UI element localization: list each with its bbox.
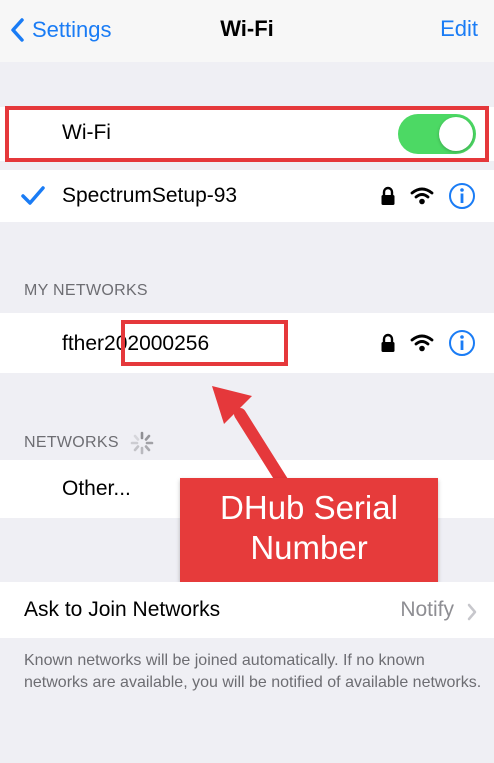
annotation-callout: DHub Serial Number [180, 478, 438, 582]
chevron-right-icon [467, 603, 477, 621]
lock-icon [380, 186, 396, 206]
edit-button[interactable]: Edit [440, 16, 478, 42]
ask-to-join-value: Notify [400, 598, 454, 621]
networks-header-label: NETWORKS [24, 434, 119, 451]
other-network-label: Other... [62, 477, 131, 500]
connected-network-icons [366, 182, 476, 210]
my-network-icons [366, 329, 476, 357]
info-button[interactable] [448, 182, 476, 210]
navigation-bar: Settings Wi-Fi Edit [0, 0, 494, 62]
info-icon [449, 183, 475, 209]
wifi-signal-icon [410, 334, 434, 352]
annotation-arrow [212, 386, 290, 490]
ask-to-join-row[interactable]: Ask to Join Networks Notify [0, 582, 494, 638]
checkmark-icon [21, 186, 45, 205]
callout-line1: DHub Serial [220, 489, 398, 526]
network-name-prefix: fther [62, 332, 105, 355]
my-networks-header: MY NETWORKS [24, 282, 148, 299]
wifi-signal-icon [410, 187, 434, 205]
connected-network-row[interactable]: SpectrumSetup-93 [0, 170, 494, 222]
info-icon [449, 330, 475, 356]
networks-header: NETWORKS [24, 430, 155, 456]
info-button[interactable] [448, 329, 476, 357]
serial-highlight-box [121, 320, 288, 366]
loading-spinner-icon [130, 431, 154, 455]
page-title: Wi-Fi [220, 16, 274, 41]
ask-to-join-label: Ask to Join Networks [24, 598, 221, 621]
lock-icon [380, 333, 396, 353]
footer-description: Known networks will be joined automatica… [24, 652, 482, 691]
wifi-highlight-box [5, 106, 489, 162]
connected-network-name: SpectrumSetup-93 [62, 184, 238, 207]
callout-line2: Number [250, 529, 368, 566]
